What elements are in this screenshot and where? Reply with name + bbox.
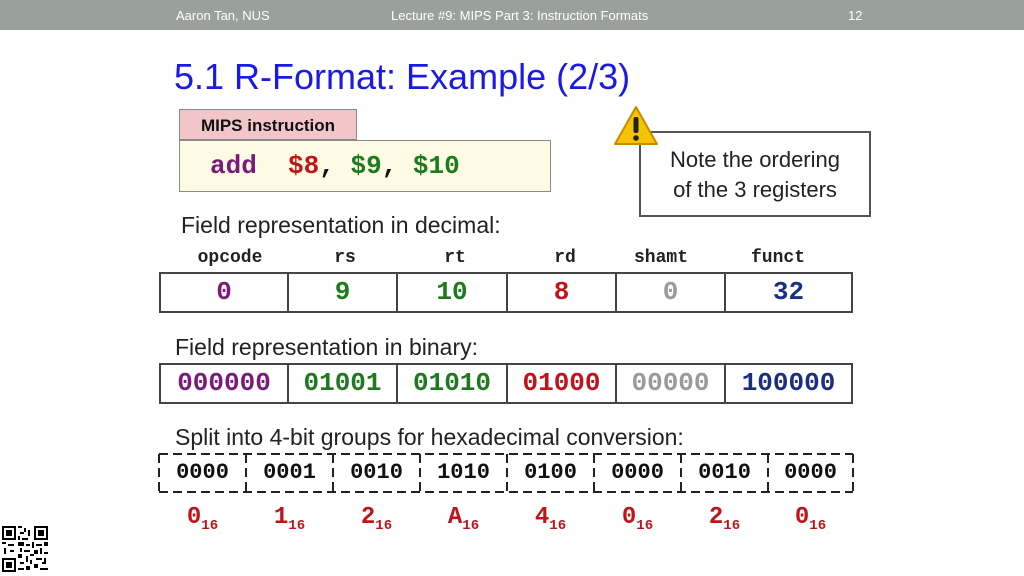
hex-digit-value: 0: [621, 504, 637, 531]
decimal-fields-row: 0 9 10 8 0 32: [159, 272, 853, 313]
note-line: Note the ordering: [670, 147, 840, 172]
hex-digit: 416: [507, 504, 594, 534]
instruction-separator: ,: [381, 151, 413, 181]
hex-digit-value: 4: [534, 504, 550, 531]
binary-rt: 01010: [398, 365, 508, 402]
hex-digit-value: 2: [708, 504, 724, 531]
instruction-rd: $8: [288, 151, 320, 181]
nibble-cell: 0001: [263, 460, 316, 485]
hex-label: Split into 4-bit groups for hexadecimal …: [175, 424, 684, 450]
field-name-rt: rt: [444, 248, 466, 268]
instruction-opcode: add: [210, 151, 257, 181]
qr-code-icon: [2, 526, 48, 572]
decimal-rs: 9: [289, 274, 398, 311]
hex-subscript: 16: [288, 517, 306, 534]
hex-digit-value: 2: [360, 504, 376, 531]
decimal-funct: 32: [772, 277, 805, 307]
instruction-rs: $9: [350, 151, 382, 181]
hex-subscript: 16: [723, 517, 741, 534]
hex-digit-value: 0: [794, 504, 810, 531]
nibble-groups-row: 0000 0001 0010 1010 0100 0000 0010 0000: [158, 453, 854, 493]
hex-digit: A16: [420, 504, 507, 534]
hex-digit: 216: [333, 504, 420, 534]
field-name-rd: rd: [554, 248, 576, 268]
nibble-cell: 0000: [176, 460, 229, 485]
binary-shamt: 00000: [617, 365, 726, 402]
header-bar: Aaron Tan, NUS Lecture #9: MIPS Part 3: …: [0, 0, 1024, 30]
field-name-shamt: shamt: [633, 248, 688, 268]
field-names-row: opcode rs rt rd shamt funct: [160, 248, 852, 272]
field-name-funct: funct: [750, 248, 805, 268]
binary-fields-row: 000000 01001 01010 01000 00000 100000: [159, 363, 853, 404]
hex-digit-value: 0: [186, 504, 202, 531]
hex-digit-value: 1: [273, 504, 289, 531]
nibble-cell: 0000: [784, 460, 837, 485]
hex-subscript: 16: [549, 517, 567, 534]
decimal-rd: 8: [508, 274, 617, 311]
nibble-cell: 0000: [611, 460, 664, 485]
decimal-rt: 10: [398, 274, 508, 311]
hex-subscript: 16: [636, 517, 654, 534]
hex-digit-value: A: [447, 504, 463, 531]
slide-title: 5.1 R-Format: Example (2/3): [174, 56, 631, 97]
instruction-box: add $8, $9, $10: [179, 140, 551, 192]
decimal-opcode: 0: [161, 274, 289, 311]
binary-label: Field representation in binary:: [175, 334, 478, 360]
hex-digit: 016: [159, 504, 246, 534]
nibble-cell: 0010: [350, 460, 403, 485]
field-name-opcode: opcode: [197, 248, 263, 268]
hex-digit: 116: [246, 504, 333, 534]
warning-icon: [614, 106, 658, 145]
binary-rs: 01001: [289, 365, 398, 402]
hex-digit: 216: [681, 504, 768, 534]
hex-digit: 016: [767, 504, 854, 534]
header-lecture: Lecture #9: MIPS Part 3: Instruction For…: [391, 8, 649, 23]
header-author: Aaron Tan, NUS: [176, 8, 270, 23]
field-name-rs: rs: [334, 248, 356, 268]
note-line: of the 3 registers: [673, 177, 837, 202]
hex-subscript: 16: [201, 517, 219, 534]
binary-funct: 100000: [741, 368, 836, 398]
hex-subscript: 16: [375, 517, 393, 534]
hex-digit: 016: [594, 504, 681, 534]
binary-opcode: 000000: [161, 365, 289, 402]
nibble-cell: 1010: [437, 460, 490, 485]
nibble-cell: 0010: [698, 460, 751, 485]
hex-subscript: 16: [462, 517, 480, 534]
header-page-number: 12: [848, 8, 863, 23]
instruction-separator: ,: [319, 151, 351, 181]
mips-instruction-label: MIPS instruction: [179, 109, 357, 140]
nibble-cell: 0100: [524, 460, 577, 485]
instruction-rt: $10: [412, 151, 460, 181]
decimal-label: Field representation in decimal:: [181, 212, 501, 238]
hex-subscript: 16: [809, 517, 827, 534]
note-box: Note the ordering of the 3 registers: [639, 131, 871, 217]
decimal-shamt: 0: [617, 274, 726, 311]
binary-rd: 01000: [508, 365, 617, 402]
